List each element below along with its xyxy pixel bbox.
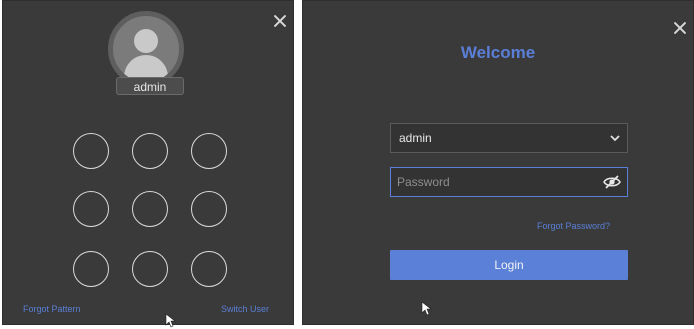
switch-user-link[interactable]: Switch User xyxy=(221,304,269,314)
forgot-password-link[interactable]: Forgot Password? xyxy=(537,221,610,231)
avatar xyxy=(108,11,184,87)
pattern-dot[interactable] xyxy=(191,133,227,169)
mouse-cursor-icon xyxy=(421,301,432,316)
login-button[interactable]: Login xyxy=(390,250,628,280)
forgot-pattern-link[interactable]: Forgot Pattern xyxy=(23,304,81,314)
mouse-cursor-icon xyxy=(165,313,176,328)
pattern-unlock-panel: admin Forgot Pattern Switch User xyxy=(2,0,294,328)
username-select-value: admin xyxy=(399,131,432,145)
pattern-dot[interactable] xyxy=(132,133,168,169)
password-login-panel: Welcome admin Forgot Password? Login xyxy=(302,0,694,325)
pattern-dot[interactable] xyxy=(191,191,227,227)
username-label: admin xyxy=(116,77,184,95)
password-input[interactable] xyxy=(397,168,597,196)
user-avatar-icon xyxy=(134,29,158,53)
close-icon[interactable] xyxy=(673,21,687,35)
pattern-dot[interactable] xyxy=(73,191,109,227)
close-icon[interactable] xyxy=(273,14,287,28)
eye-off-icon[interactable] xyxy=(603,174,621,190)
pattern-dot[interactable] xyxy=(191,251,227,287)
pattern-dot[interactable] xyxy=(73,133,109,169)
welcome-title: Welcome xyxy=(460,43,536,62)
username-select[interactable]: admin xyxy=(390,123,628,153)
pattern-dot[interactable] xyxy=(132,251,168,287)
chevron-down-icon xyxy=(610,135,620,142)
password-field xyxy=(390,167,628,197)
pattern-dot[interactable] xyxy=(132,191,168,227)
pattern-dot[interactable] xyxy=(73,251,109,287)
